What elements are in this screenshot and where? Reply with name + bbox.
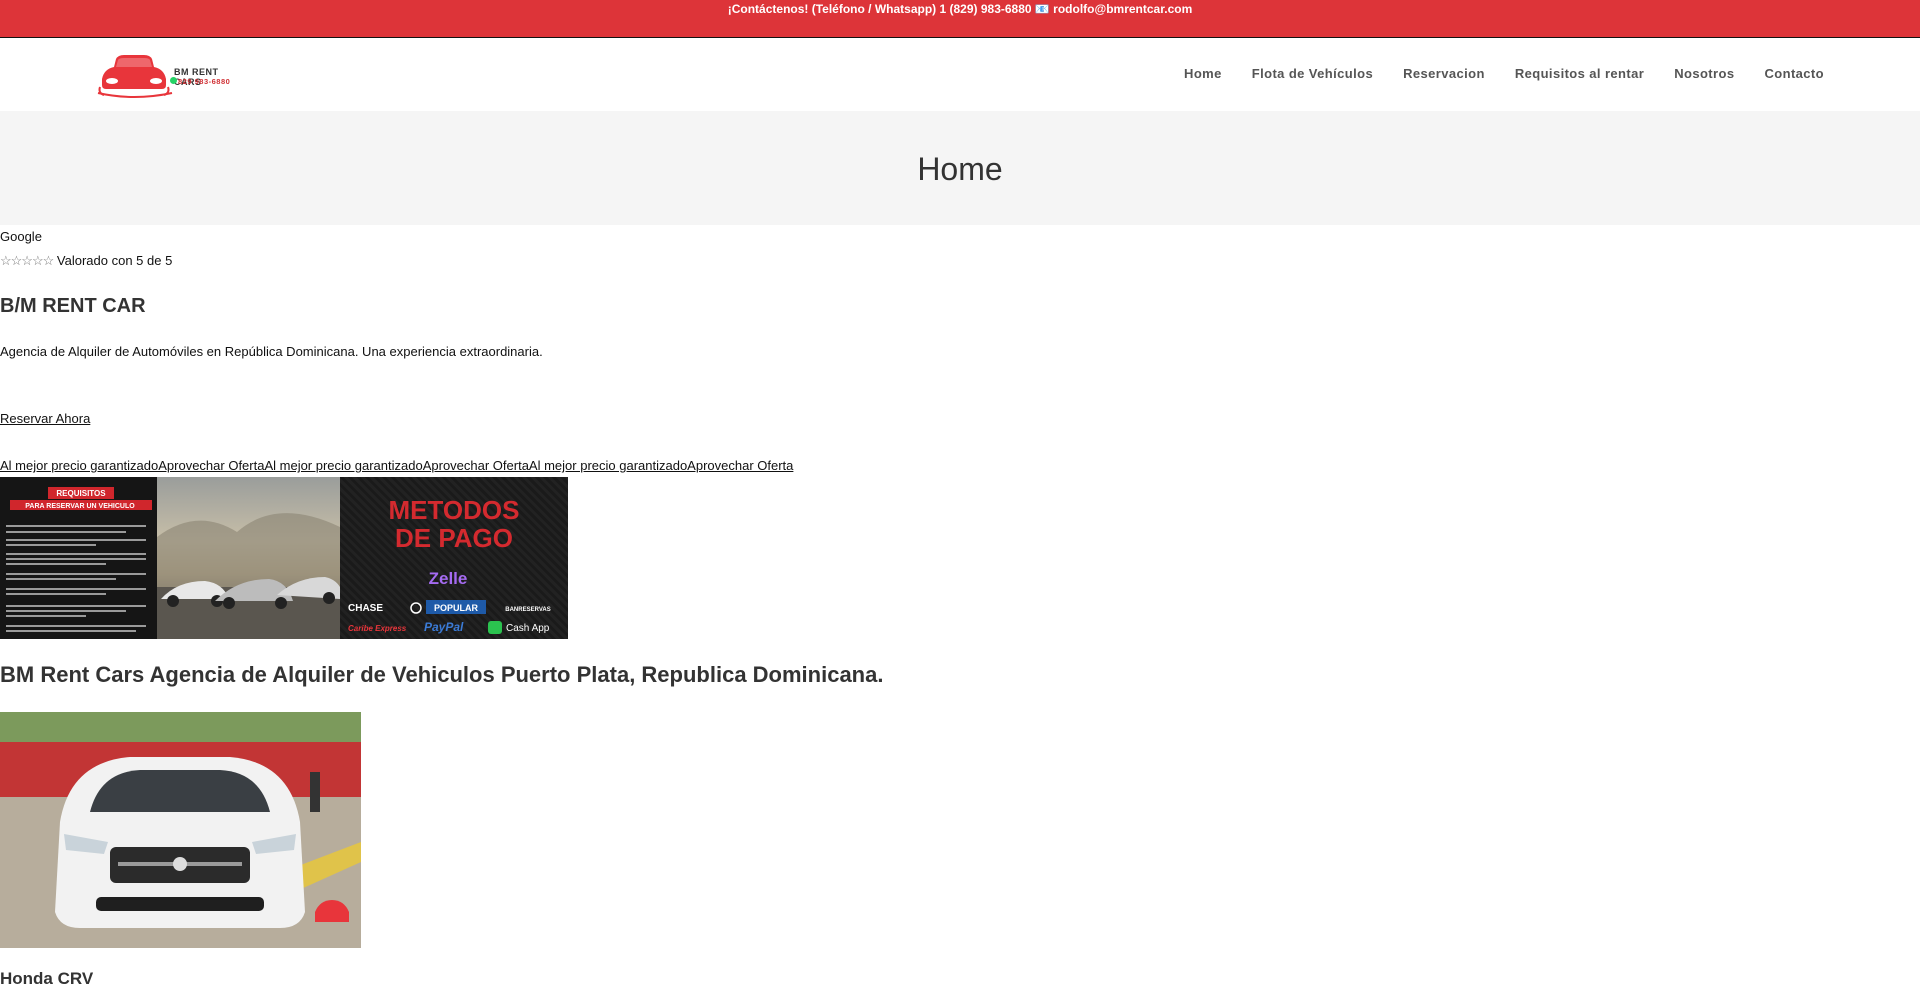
contact-info-text: ¡Contáctenos! (Teléfono / Whatsapp) 1 (8… [727, 2, 1193, 16]
logo-phone-text: 829 983-6880 [178, 77, 231, 86]
brand-heading: B/M RENT CAR [0, 295, 146, 317]
payment-graphic: METODOS DE PAGO Zelle CHASE POPULAR BANR… [348, 495, 551, 634]
requirements-image[interactable]: REQUISITOS PARA RESERVAR UN VEHICULO [0, 477, 157, 639]
payment-title-2: DE PAGO [395, 523, 513, 553]
honda-crv-image[interactable] [0, 712, 361, 948]
star-rating-icons: ☆☆☆☆☆ [0, 253, 54, 268]
agency-heading: BM Rent Cars Agencia de Alquiler de Vehi… [0, 662, 884, 687]
requirements-title-2: PARA RESERVAR UN VEHICULO [25, 503, 135, 510]
cars-landscape-graphic [157, 513, 340, 639]
brand-description: Agencia de Alquiler de Automóviles en Re… [0, 344, 543, 359]
site-logo[interactable]: BM RENT CARS 829 983-6880 [96, 53, 244, 101]
requirements-title-1: REQUISITOS [56, 489, 106, 498]
reserve-now-link[interactable]: Reservar Ahora [0, 411, 90, 426]
cashapp-logo: Cash App [506, 623, 550, 634]
payment-title-1: METODOS [389, 495, 520, 525]
rating-source: Google [0, 229, 42, 244]
rating-row: ☆☆☆☆☆ Valorado con 5 de 5 [0, 253, 172, 269]
nav-about[interactable]: Nosotros [1674, 66, 1734, 81]
offers-link[interactable]: Al mejor precio garantizadoAprovechar Of… [0, 458, 793, 473]
caribe-express-logo: Caribe Express [348, 624, 407, 633]
cars-image[interactable] [157, 477, 340, 639]
car-logo-icon [97, 55, 173, 98]
rating-label: Valorado con 5 de 5 [56, 253, 173, 268]
requirements-graphic: REQUISITOS PARA RESERVAR UN VEHICULO [6, 487, 152, 632]
nav-reservation[interactable]: Reservacion [1403, 66, 1485, 81]
nav-home[interactable]: Home [1184, 66, 1222, 81]
whatsapp-icon [170, 77, 177, 84]
main-nav: Home Flota de Vehículos Reservacion Requ… [1154, 66, 1824, 81]
payment-methods-image[interactable]: METODOS DE PAGO Zelle CHASE POPULAR BANR… [340, 477, 568, 639]
zelle-logo: Zelle [429, 569, 468, 588]
nav-requirements[interactable]: Requisitos al rentar [1515, 66, 1644, 81]
nav-fleet[interactable]: Flota de Vehículos [1252, 66, 1373, 81]
page-title: Home [917, 151, 1003, 187]
car-name: Honda CRV [0, 969, 94, 988]
site-header: BM RENT CARS 829 983-6880 Home Flota de … [0, 38, 1920, 111]
promo-gallery: REQUISITOS PARA RESERVAR UN VEHICULO MET… [0, 477, 568, 639]
paypal-logo: PayPal [424, 620, 464, 634]
nav-contact[interactable]: Contacto [1764, 66, 1824, 81]
contact-topbar: ¡Contáctenos! (Teléfono / Whatsapp) 1 (8… [0, 0, 1920, 38]
popular-logo: POPULAR [434, 603, 479, 613]
chase-logo: CHASE [348, 603, 383, 614]
page-title-band: Home [0, 111, 1920, 225]
honda-crv-graphic [0, 712, 361, 948]
banreservas-logo: BANRESERVAS [505, 607, 550, 613]
